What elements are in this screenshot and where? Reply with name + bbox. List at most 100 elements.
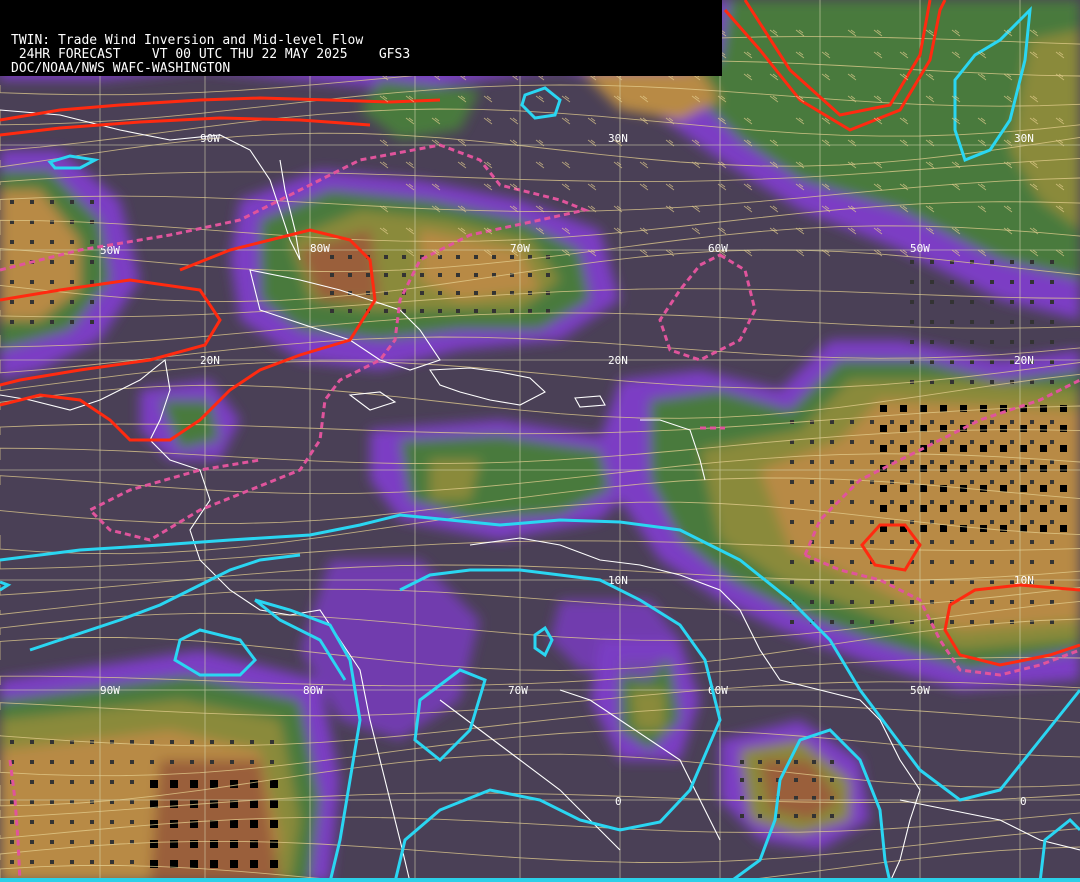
inversion-dot: [250, 760, 254, 764]
inversion-dot: [870, 540, 874, 544]
inversion-dot: [230, 820, 238, 828]
inversion-dot: [50, 840, 54, 844]
inversion-dot: [990, 540, 994, 544]
inversion-dot: [890, 500, 894, 504]
inversion-dot: [930, 500, 934, 504]
inversion-dot: [970, 340, 974, 344]
inversion-dot: [1030, 260, 1034, 264]
inversion-dot: [990, 600, 994, 604]
inversion-dot: [1050, 300, 1054, 304]
inversion-dot: [950, 580, 954, 584]
inversion-dot: [970, 360, 974, 364]
inversion-dot: [1040, 445, 1047, 452]
inversion-dot: [10, 200, 14, 204]
inversion-dot: [960, 505, 967, 512]
inversion-dot: [1010, 440, 1014, 444]
inversion-dot: [402, 273, 406, 277]
inversion-dot: [930, 260, 934, 264]
inversion-dot: [90, 860, 94, 864]
inversion-dot: [830, 440, 834, 444]
inversion-dot: [510, 255, 514, 259]
inversion-dot: [30, 280, 34, 284]
inversion-dot: [70, 780, 74, 784]
inversion-dot: [30, 300, 34, 304]
inversion-dot: [50, 320, 54, 324]
inversion-dot: [1050, 260, 1054, 264]
inversion-dot: [920, 465, 927, 472]
inversion-dot: [190, 860, 198, 868]
inversion-dot: [1030, 500, 1034, 504]
inversion-dot: [850, 620, 854, 624]
inversion-dot: [10, 840, 14, 844]
inversion-dot: [910, 580, 914, 584]
inversion-dot: [230, 860, 238, 868]
inversion-dot: [930, 540, 934, 544]
inversion-dot: [830, 620, 834, 624]
inversion-dot: [492, 309, 496, 313]
inversion-dot: [230, 740, 234, 744]
inversion-dot: [70, 240, 74, 244]
inversion-dot: [810, 600, 814, 604]
inversion-dot: [70, 860, 74, 864]
inversion-dot: [474, 291, 478, 295]
inversion-dot: [870, 500, 874, 504]
inversion-dot: [790, 420, 794, 424]
inversion-dot: [930, 460, 934, 464]
inversion-dot: [90, 840, 94, 844]
inversion-dot: [1050, 500, 1054, 504]
inversion-dot: [1020, 445, 1027, 452]
inversion-dot: [492, 291, 496, 295]
inversion-dot: [1050, 360, 1054, 364]
inversion-dot: [970, 600, 974, 604]
inversion-dot: [950, 280, 954, 284]
inversion-dot: [850, 440, 854, 444]
inversion-dot: [250, 740, 254, 744]
inversion-dot: [970, 320, 974, 324]
inversion-dot: [930, 360, 934, 364]
inversion-dot: [1010, 340, 1014, 344]
inversion-dot: [812, 778, 816, 782]
inversion-dot: [10, 320, 14, 324]
inversion-dot: [1030, 520, 1034, 524]
inversion-dot: [150, 820, 158, 828]
inversion-dot: [330, 309, 334, 313]
inversion-dot: [950, 440, 954, 444]
inversion-dot: [30, 740, 34, 744]
inversion-dot: [546, 291, 550, 295]
inversion-dot: [970, 560, 974, 564]
inversion-dot: [810, 560, 814, 564]
inversion-dot: [890, 420, 894, 424]
inversion-dot: [970, 440, 974, 444]
inversion-dot: [1010, 520, 1014, 524]
inversion-dot: [1050, 320, 1054, 324]
inversion-dot: [528, 309, 532, 313]
inversion-dot: [900, 445, 907, 452]
inversion-dot: [900, 425, 907, 432]
inversion-dot: [980, 425, 987, 432]
inversion-dot: [810, 480, 814, 484]
forecast-valid-time: 24HR FORECAST VT 00 UTC THU 22 MAY 2025 …: [11, 47, 411, 62]
inversion-dot: [1050, 440, 1054, 444]
inversion-dot: [90, 760, 94, 764]
inversion-dot: [830, 480, 834, 484]
inversion-dot: [70, 280, 74, 284]
grid-label: 80W: [303, 684, 323, 697]
inversion-dot: [1000, 425, 1007, 432]
inversion-dot: [830, 760, 834, 764]
inversion-dot: [970, 520, 974, 524]
inversion-dot: [1060, 465, 1067, 472]
inversion-dot: [930, 560, 934, 564]
inversion-dot: [130, 760, 134, 764]
inversion-dot: [10, 300, 14, 304]
inversion-dot: [110, 760, 114, 764]
inversion-dot: [1010, 280, 1014, 284]
inversion-dot: [70, 820, 74, 824]
inversion-dot: [960, 445, 967, 452]
inversion-dot: [1010, 420, 1014, 424]
inversion-dot: [210, 800, 218, 808]
inversion-dot: [90, 200, 94, 204]
inversion-dot: [810, 500, 814, 504]
inversion-dot: [420, 309, 424, 313]
inversion-dot: [456, 255, 460, 259]
inversion-dot: [950, 380, 954, 384]
